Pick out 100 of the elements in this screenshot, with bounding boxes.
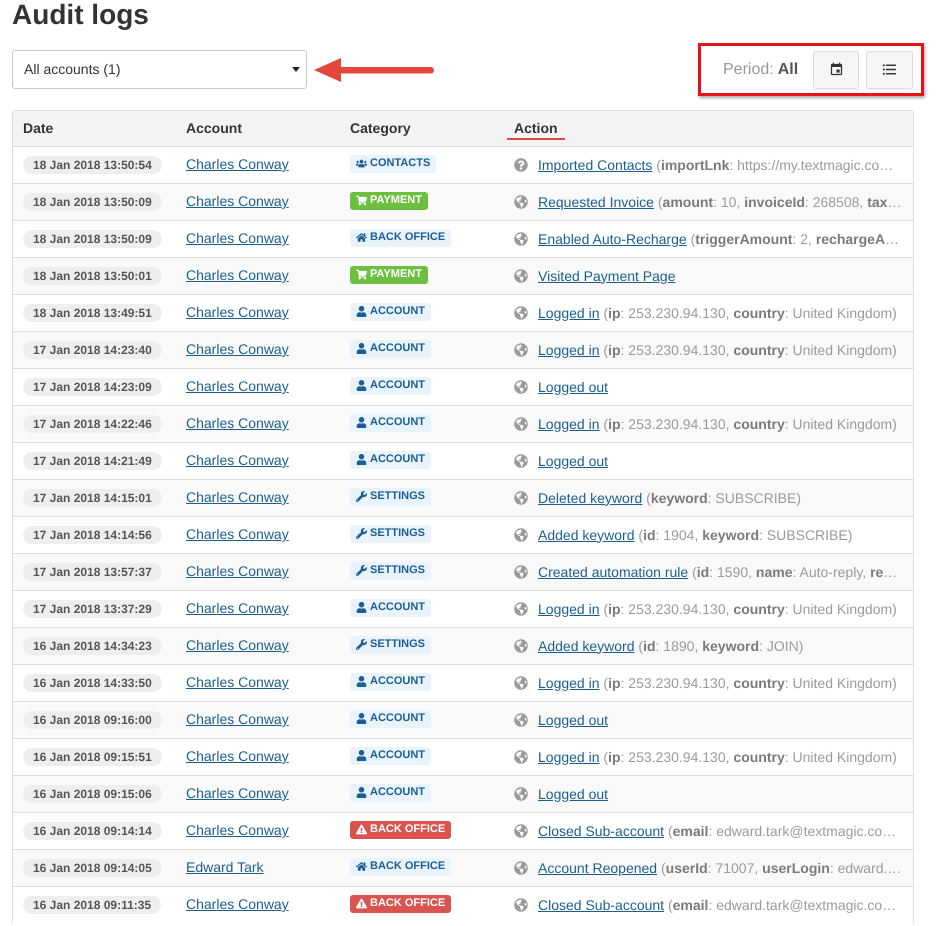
- account-link[interactable]: Charles Conway: [186, 378, 289, 394]
- globe-icon: [514, 750, 528, 764]
- action-link[interactable]: Added keyword: [538, 526, 635, 542]
- period-label: Period:: [723, 60, 774, 80]
- globe-icon: [514, 491, 528, 505]
- category-label: SETTINGS: [370, 565, 426, 576]
- timestamp: 16 Jan 2018 09:15:51: [23, 748, 162, 766]
- account-link[interactable]: Charles Conway: [186, 193, 289, 209]
- category-label: SETTINGS: [370, 491, 426, 502]
- globe-icon: [514, 269, 528, 283]
- account-link[interactable]: Charles Conway: [186, 896, 289, 912]
- cart-icon: [356, 269, 367, 280]
- list-button[interactable]: [866, 50, 913, 88]
- timestamp: 16 Jan 2018 09:11:35: [23, 896, 162, 914]
- account-link[interactable]: Charles Conway: [186, 674, 289, 690]
- globe-icon: [514, 787, 528, 801]
- action-link[interactable]: Logged out: [538, 452, 608, 468]
- action-link[interactable]: Logged out: [538, 786, 608, 802]
- action-link[interactable]: Logged in: [538, 748, 600, 764]
- action-link[interactable]: Closed Sub-account: [538, 822, 664, 838]
- wrench-icon: [356, 491, 367, 502]
- action-link[interactable]: Added keyword: [538, 638, 635, 654]
- account-link[interactable]: Charles Conway: [186, 489, 289, 505]
- action-link[interactable]: Deleted keyword: [538, 490, 642, 506]
- action-link[interactable]: Logged out: [538, 378, 608, 394]
- action-link[interactable]: Account Reopened: [538, 860, 658, 876]
- users-icon: [356, 158, 367, 169]
- help-icon: [514, 158, 528, 172]
- action-link[interactable]: Enabled Auto-Recharge: [538, 230, 687, 246]
- account-link[interactable]: Charles Conway: [186, 267, 289, 283]
- action-link[interactable]: Imported Contacts: [538, 156, 652, 172]
- house-icon: [356, 232, 367, 243]
- action-link[interactable]: Logged in: [538, 342, 600, 358]
- globe-icon: [514, 713, 528, 727]
- account-link[interactable]: Charles Conway: [186, 304, 289, 320]
- column-header: Action: [507, 120, 565, 140]
- category-label: SETTINGS: [370, 528, 426, 539]
- category-label: ACCOUNT: [370, 713, 425, 724]
- timestamp: 18 Jan 2018 13:50:01: [23, 267, 162, 285]
- timestamp: 18 Jan 2018 13:50:09: [23, 193, 162, 211]
- category-label: PAYMENT: [370, 195, 422, 206]
- globe-icon: [514, 565, 528, 579]
- timestamp: 18 Jan 2018 13:50:09: [23, 230, 162, 248]
- wrench-icon: [356, 528, 367, 539]
- timestamp: 16 Jan 2018 14:34:23: [23, 637, 162, 655]
- action-link[interactable]: Logged in: [538, 600, 600, 616]
- action-link[interactable]: Logged out: [538, 712, 608, 728]
- category-label: ACCOUNT: [370, 343, 425, 354]
- action-description: Logged in (ip: 253.230.94.130, country: United Kingdom): [538, 674, 897, 693]
- account-link[interactable]: Charles Conway: [186, 230, 289, 246]
- action-description: Closed Sub-account (email: edward.tark@textmagic.co…: [538, 896, 896, 915]
- timestamp: 17 Jan 2018 14:22:46: [23, 415, 162, 433]
- account-link[interactable]: Charles Conway: [186, 563, 289, 579]
- account-link[interactable]: Edward Tark: [186, 859, 264, 875]
- globe-icon: [514, 676, 528, 690]
- timestamp: 16 Jan 2018 14:33:50: [23, 674, 162, 692]
- calendar-button[interactable]: [813, 50, 859, 88]
- action-link[interactable]: Logged in: [538, 416, 600, 432]
- category-label: ACCOUNT: [370, 380, 425, 391]
- action-link[interactable]: Requested Invoice: [538, 194, 654, 210]
- person-icon: [356, 750, 367, 761]
- account-link[interactable]: Charles Conway: [186, 452, 289, 468]
- category-label: PAYMENT: [370, 269, 422, 280]
- action-link[interactable]: Created automation rule: [538, 564, 688, 580]
- action-link[interactable]: Logged in: [538, 674, 600, 690]
- globe-icon: [514, 306, 528, 320]
- person-icon: [356, 454, 367, 465]
- timestamp: 17 Jan 2018 14:14:56: [23, 526, 162, 544]
- account-link[interactable]: Charles Conway: [186, 526, 289, 542]
- action-link[interactable]: Visited Payment Page: [538, 268, 676, 284]
- account-link[interactable]: Charles Conway: [186, 785, 289, 801]
- timestamp: 17 Jan 2018 13:57:37: [23, 563, 162, 581]
- account-select[interactable]: All accounts (1): [12, 50, 307, 89]
- account-link[interactable]: Charles Conway: [186, 415, 289, 431]
- account-link[interactable]: Charles Conway: [186, 711, 289, 727]
- action-description: Deleted keyword (keyword: SUBSCRIBE): [538, 488, 802, 508]
- account-link[interactable]: Charles Conway: [186, 156, 289, 172]
- person-icon: [356, 787, 367, 798]
- timestamp: 16 Jan 2018 09:14:14: [23, 822, 162, 840]
- account-link[interactable]: Charles Conway: [186, 341, 289, 357]
- category-label: ACCOUNT: [370, 454, 425, 465]
- globe-icon: [514, 602, 528, 616]
- account-link[interactable]: Charles Conway: [186, 748, 289, 764]
- timestamp: 17 Jan 2018 14:21:49: [23, 452, 162, 470]
- action-description: Enabled Auto-Recharge (triggerAmount: 2, rechargeA…: [538, 230, 900, 249]
- action-description: Added keyword (id: 1890, keyword: JOIN): [538, 636, 804, 656]
- action-description: Created automation rule (id: 1590, name: Auto-reply, re…: [538, 562, 898, 582]
- category-label: ACCOUNT: [370, 417, 425, 428]
- action-link[interactable]: Closed Sub-account: [538, 896, 664, 912]
- timestamp: 17 Jan 2018 14:23:40: [23, 341, 162, 359]
- category-label: ACCOUNT: [370, 306, 425, 317]
- account-link[interactable]: Charles Conway: [186, 822, 289, 838]
- account-link[interactable]: Charles Conway: [186, 600, 289, 616]
- category-label: ACCOUNT: [370, 602, 425, 613]
- action-description: Requested Invoice (amount: 10, invoiceId: 268508, tax…: [538, 192, 902, 212]
- globe-icon: [514, 454, 528, 468]
- account-link[interactable]: Charles Conway: [186, 637, 289, 653]
- list-icon: [881, 61, 898, 78]
- action-link[interactable]: Logged in: [538, 304, 600, 320]
- wrench-icon: [356, 639, 367, 650]
